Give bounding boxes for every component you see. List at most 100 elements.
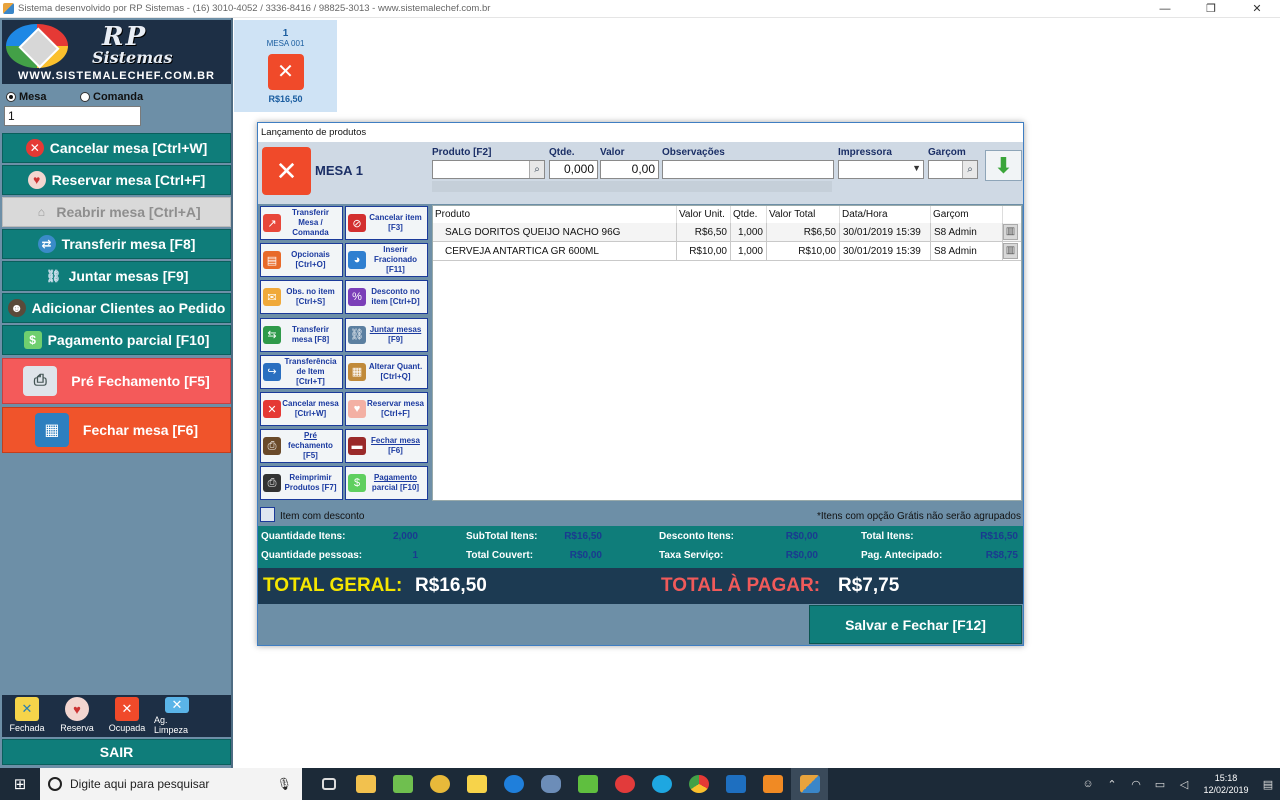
pre-fechamento-button[interactable]: ⎙ Pré fechamento [F5] [260,429,343,464]
cancel-icon: ✕ [263,400,281,418]
trash-icon[interactable]: ▥ [1003,243,1018,259]
col-valor-unit[interactable]: Valor Unit. [677,206,731,223]
fraction-icon: ◕ [348,251,366,270]
table-row[interactable]: SALG DORITOS QUEIJO NACHO 96G R$6,50 1,0… [433,223,1021,242]
col-produto[interactable]: Produto [433,206,677,223]
col-data-hora[interactable]: Data/Hora [840,206,931,223]
minimize-button[interactable]: — [1142,0,1188,18]
radio-mesa-dot[interactable] [6,92,16,102]
valor-input[interactable]: 0,00 [600,160,659,179]
desconto-checkbox[interactable] [260,507,275,522]
outlook-icon[interactable] [717,768,754,800]
reservar-mesa-button[interactable]: ♥ Reservar mesa [Ctrl+F] [345,392,428,426]
postgres-icon[interactable] [532,768,569,800]
reabrir-mesa-button[interactable]: ⌂ Reabrir mesa [Ctrl+A] [2,197,231,227]
totals-panel: Quantidade Itens: 2,000 Quantidade pesso… [258,526,1023,568]
teamviewer-icon[interactable] [495,768,532,800]
radio-comanda-dot[interactable] [80,92,90,102]
volume-icon[interactable]: ◁ [1172,778,1196,791]
desconto-item-button[interactable]: % Desconto no item [Ctrl+D] [345,280,428,315]
pre-fechamento-label-line: [F5] [303,451,318,461]
options-icon: ▤ [263,251,281,270]
opcionais-button[interactable]: ▤ Opcionais [Ctrl+O] [260,243,343,278]
desconto-value: R$0,00 [785,531,818,542]
search-icon[interactable]: ⌕ [529,161,544,178]
alterar-quant-button[interactable]: ▦ Alterar Quant. [Ctrl+Q] [345,354,428,389]
adicionar-clientes-button[interactable]: ☻ Adicionar Clientes ao Pedido [2,293,231,323]
app-note-icon[interactable] [458,768,495,800]
cancelar-mesa-button[interactable]: ✕ Cancelar mesa [Ctrl+W] [260,392,343,426]
row-qtde: 1,000 [731,223,767,242]
cancelar-mesa-button[interactable]: ✕ Cancelar mesa [Ctrl+W] [2,133,231,163]
app-yellow-icon[interactable] [421,768,458,800]
col-garcom[interactable]: Garçom [931,206,1003,223]
col-valor-total[interactable]: Valor Total [767,206,840,223]
fechar-mesa-button[interactable]: ▬ Fechar mesa [F6] [345,429,428,464]
close-button[interactable]: ✕ [1234,0,1280,18]
restore-button[interactable]: ❐ [1188,0,1234,18]
items-grid: Produto Valor Unit. Qtde. Valor Total Da… [432,205,1022,501]
juntar-mesas-button[interactable]: ⛓ Juntar mesas [F9] [2,261,231,291]
qtde-input[interactable]: 0,000 [549,160,598,179]
dx-icon[interactable] [606,768,643,800]
fechar-mesa-label-line: [F6] [388,446,403,456]
radio-mesa[interactable]: Mesa [6,90,80,104]
garcom-input[interactable]: ⌕ [928,160,978,179]
pagamento-parcial-button[interactable]: $ Pagamento parcial [F10] [2,325,231,355]
file-explorer-icon[interactable] [347,768,384,800]
radio-comanda[interactable]: Comanda [80,90,143,104]
search-icon[interactable]: ⌕ [962,161,977,178]
table-tile[interactable]: 1 MESA 001 ✕ R$16,50 [234,20,337,112]
app-green-icon[interactable] [569,768,606,800]
app-orange-icon[interactable] [754,768,791,800]
trash-icon[interactable]: ▥ [1003,224,1018,240]
obs-item-button[interactable]: ✉ Obs. no item [Ctrl+S] [260,280,343,315]
mesa-number-input[interactable]: 1 [4,106,141,126]
windows-start-icon[interactable]: ⊞ [0,768,40,800]
wifi-icon[interactable]: ◠ [1124,778,1148,791]
alterar-quant-label: Alterar Quant. [Ctrl+Q] [366,362,425,382]
taskbar-clock[interactable]: 15:18 12/02/2019 [1196,772,1256,796]
people-icon[interactable]: ☺ [1076,778,1100,790]
skype-icon[interactable] [643,768,680,800]
sair-button[interactable]: SAIR [2,739,231,765]
pagamento-parcial-button[interactable]: $ Pagamento parcial [F10] [345,466,428,501]
inserir-fracionado-label-line: [F11] [386,265,405,275]
notifications-icon[interactable]: ▤ [1256,778,1280,791]
salvar-fechar-button[interactable]: Salvar e Fechar [F12] [809,605,1022,644]
reimprimir-produtos-button[interactable]: ⎙ Reimprimir Produtos [F7] [260,466,343,501]
mic-icon[interactable]: 🎙 [277,777,292,791]
reservar-mesa-button[interactable]: ♥ Reservar mesa [Ctrl+F] [2,165,231,195]
rp-app-icon[interactable] [791,768,828,800]
taskbar-search[interactable]: Digite aqui para pesquisar 🎙 [40,768,302,800]
task-view-icon[interactable] [310,768,347,800]
transferencia-item-button[interactable]: ↪ Transferência de Item [Ctrl+T] [260,354,343,389]
obs-item-label-line: [Ctrl+S] [295,297,326,307]
produto-input[interactable]: ⌕ [432,160,545,179]
chevron-up-icon[interactable]: ⌃ [1100,778,1124,791]
pre-fechamento-button[interactable]: ⎙ Pré Fechamento [F5] [2,358,231,404]
taskbar-apps [310,768,828,800]
obs-input[interactable] [662,160,834,179]
dialog-title: Lançamento de produtos [258,123,1023,142]
inserir-fracionado-button[interactable]: ◕ Inserir Fracionado [F11] [345,243,428,278]
cancelar-item-button[interactable]: ⊘ Cancelar item [F3] [345,206,428,240]
pre-fechamento-label-line: fechamento [288,441,333,451]
battery-icon[interactable]: ▭ [1148,778,1172,791]
header-divider [432,181,832,192]
chrome-icon[interactable] [680,768,717,800]
transferir-mesa-comanda-button[interactable]: ↗ Transferir Mesa / Comanda [260,206,343,240]
cancelar-item-label-line: Cancelar item [369,213,422,222]
table-row[interactable]: CERVEJA ANTARTICA GR 600ML R$10,00 1,000… [433,242,1021,261]
fechar-mesa-button[interactable]: ▦ Fechar mesa [F6] [2,407,231,453]
opcionais-label: Opcionais [Ctrl+O] [281,250,340,270]
juntar-mesas-label-line: [F9] [388,334,403,344]
col-qtde[interactable]: Qtde. [731,206,767,223]
add-item-button[interactable]: ⬇ [985,150,1022,181]
transferir-mesa-button[interactable]: ⇄ Transferir mesa [F8] [2,229,231,259]
impressora-select[interactable]: ▼ [838,160,924,179]
notepad-icon[interactable] [384,768,421,800]
window-title: Sistema desenvolvido por RP Sistemas - (… [18,3,491,14]
juntar-mesas-button[interactable]: ⛓ Juntar mesas [F9] [345,317,428,352]
transferir-mesa-button[interactable]: ⇆ Transferir mesa [F8] [260,317,343,352]
